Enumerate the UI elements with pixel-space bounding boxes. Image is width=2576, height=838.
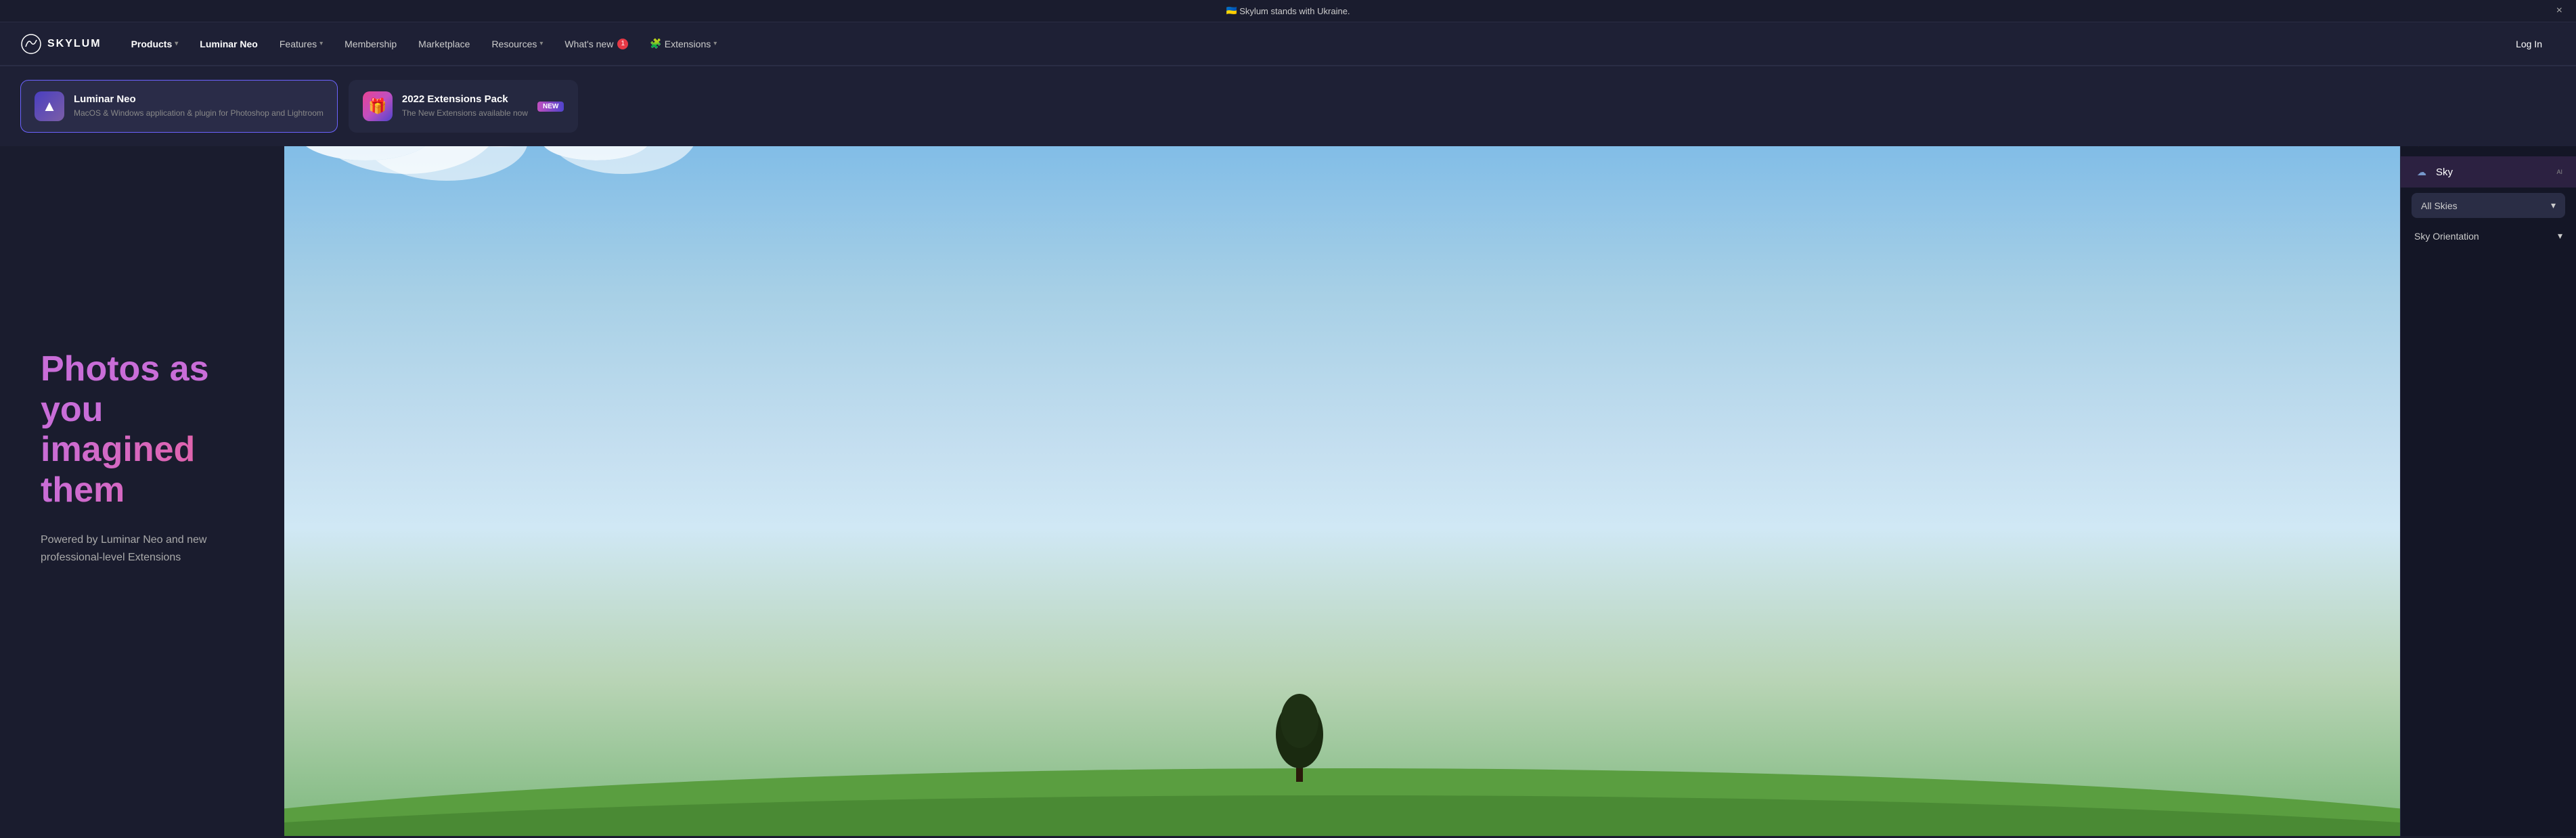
products-chevron-icon: ▾ <box>175 40 178 47</box>
luminar-neo-icon: ▲ <box>35 91 64 121</box>
new-badge: NEW <box>537 102 564 112</box>
nav-extensions[interactable]: 🧩 Extensions ▾ <box>640 32 726 55</box>
extensions-pack-title: 2022 Extensions Pack <box>402 93 528 105</box>
luminar-neo-title: Luminar Neo <box>74 93 324 105</box>
hero-section: Photos as you imagined them Powered by L… <box>0 66 2576 836</box>
whats-new-badge: 1 <box>617 39 628 49</box>
sky-label: Sky <box>2436 167 2548 178</box>
nav-membership[interactable]: Membership <box>335 33 406 55</box>
all-skies-dropdown[interactable]: All Skies ▾ <box>2412 193 2565 218</box>
extensions-chevron-icon: ▾ <box>713 40 717 47</box>
luminar-neo-desc: MacOS & Windows application & plugin for… <box>74 108 324 119</box>
nav-features[interactable]: Features ▾ <box>270 33 332 55</box>
announcement-flag: 🇺🇦 <box>1226 5 1237 16</box>
hero-title: Photos as you imagined them <box>41 349 250 511</box>
sky-orientation-item[interactable]: Sky Orientation ▾ <box>2401 223 2576 248</box>
sky-orientation-chevron-icon: ▾ <box>2558 230 2562 242</box>
main-nav: SKYLUM Products ▾ Luminar Neo Features ▾… <box>0 22 2576 66</box>
nav-products[interactable]: Products ▾ <box>122 33 188 55</box>
hero-subtitle: Powered by Luminar Neo and new professio… <box>41 531 244 566</box>
resources-chevron-icon: ▾ <box>539 40 543 47</box>
all-skies-chevron-icon: ▾ <box>2551 200 2556 211</box>
skylum-logo-icon <box>20 33 42 55</box>
hero-title-line1: Photos as you <box>41 349 250 431</box>
sky-ai-badge: AI <box>2556 169 2562 175</box>
sky-icon: ☁ <box>2414 164 2429 179</box>
hill-svg <box>284 687 2400 836</box>
sky-orientation-label: Sky Orientation <box>2414 231 2479 242</box>
hero-photo <box>284 66 2400 836</box>
log-in-button[interactable]: Log In <box>2502 33 2556 55</box>
extensions-pack-icon: 🎁 <box>363 91 393 121</box>
right-panel: ⬜ Crop AI Creative ⚡ Relight AI ☁ Sky AI… <box>2400 66 2576 836</box>
nav-right: Log In <box>2502 33 2556 55</box>
close-announcement-button[interactable]: × <box>2556 5 2562 17</box>
announcement-text: Skylum stands with Ukraine. <box>1239 6 1350 16</box>
nav-luminar-neo[interactable]: Luminar Neo <box>190 33 267 55</box>
features-chevron-icon: ▾ <box>319 40 323 47</box>
tree-svg <box>1272 687 1327 782</box>
luminar-neo-info: Luminar Neo MacOS & Windows application … <box>74 93 324 119</box>
puzzle-icon: 🧩 <box>650 38 661 49</box>
luminar-neo-dropdown-card[interactable]: ▲ Luminar Neo MacOS & Windows applicatio… <box>20 80 338 133</box>
all-skies-label: All Skies <box>2421 200 2458 211</box>
extensions-pack-info: 2022 Extensions Pack The New Extensions … <box>402 93 528 119</box>
announcement-bar: 🇺🇦 Skylum stands with Ukraine. × <box>0 0 2576 22</box>
hero-left: Photos as you imagined them Powered by L… <box>0 66 284 836</box>
nav-marketplace[interactable]: Marketplace <box>409 33 479 55</box>
nav-whats-new[interactable]: What's new 1 <box>555 33 638 55</box>
extensions-pack-dropdown-card[interactable]: 🎁 2022 Extensions Pack The New Extension… <box>349 80 578 133</box>
products-dropdown: ▲ Luminar Neo MacOS & Windows applicatio… <box>0 66 2576 146</box>
logo-text: SKYLUM <box>47 38 102 50</box>
hero-image-area <box>284 66 2400 836</box>
panel-sky[interactable]: ☁ Sky AI <box>2401 156 2576 188</box>
logo[interactable]: SKYLUM <box>20 33 102 55</box>
nav-resources[interactable]: Resources ▾ <box>482 33 552 55</box>
nav-links: Products ▾ Luminar Neo Features ▾ Member… <box>122 32 2503 55</box>
hero-title-line2: imagined them <box>41 430 250 511</box>
extensions-pack-desc: The New Extensions available now <box>402 108 528 119</box>
